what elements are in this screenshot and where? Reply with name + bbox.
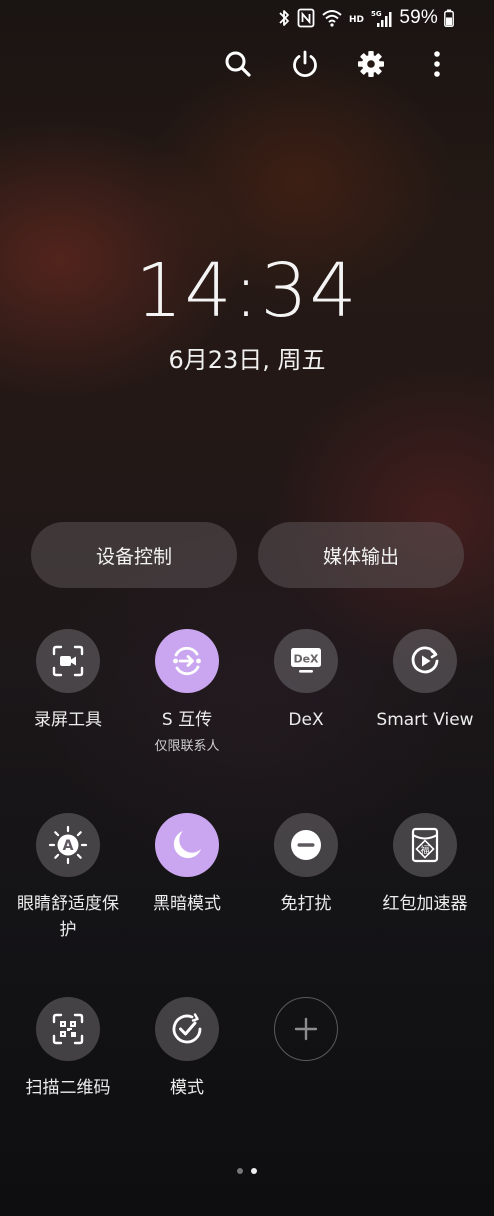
tile-smart-view[interactable]: Smart View [366, 629, 484, 733]
tile-dark-mode-circle[interactable] [155, 813, 219, 877]
tile-label: 黑暗模式 [153, 894, 221, 914]
tile-dex-circle[interactable]: DeX [274, 629, 338, 693]
eye-comfort-icon: A [48, 825, 88, 865]
battery-icon [444, 9, 454, 27]
page-dot-1[interactable] [237, 1168, 243, 1174]
screen-record-icon [52, 645, 84, 677]
tile-label: 免打扰 [280, 894, 332, 914]
power-button[interactable] [285, 44, 325, 84]
tile-label: 扫描二维码 [25, 1078, 111, 1098]
add-tile-button[interactable] [274, 997, 338, 1061]
tile-label: 红包加速器 [382, 894, 468, 914]
settings-button[interactable] [351, 44, 391, 84]
do-not-disturb-icon [291, 830, 321, 860]
nfc-icon [297, 8, 315, 28]
tile-add[interactable] [247, 997, 365, 1061]
status-bar: HD 5G 59% [277, 6, 454, 30]
tile-s-share-circle[interactable] [155, 629, 219, 693]
tile-modes-circle[interactable] [155, 997, 219, 1061]
tile-label: DeX [288, 710, 324, 730]
tile-label: 模式 [170, 1078, 204, 1098]
tile-label: 录屏工具 [34, 710, 102, 730]
tile-eye-comfort[interactable]: A 眼睛舒适度保护 [9, 813, 127, 943]
media-output-button[interactable]: 媒体输出 [258, 522, 464, 588]
tile-screen-recorder-circle[interactable] [36, 629, 100, 693]
red-envelope-icon: 福 [411, 827, 439, 863]
battery-percent: 59% [399, 7, 438, 28]
add-icon [294, 1017, 318, 1041]
settings-icon [358, 51, 384, 77]
clock-date: 6月23日, 周五 [168, 346, 326, 374]
tile-do-not-disturb-circle[interactable] [274, 813, 338, 877]
qr-scan-icon [52, 1013, 84, 1045]
dex-icon-text: DeX [293, 653, 319, 666]
tile-qr-scan[interactable]: 扫描二维码 [9, 997, 127, 1101]
page-dot-2[interactable] [251, 1168, 257, 1174]
tile-modes[interactable]: 模式 [128, 997, 246, 1101]
s-share-icon [173, 646, 201, 676]
top-actions [0, 44, 494, 84]
tile-red-envelope-circle[interactable]: 福 [393, 813, 457, 877]
red-envelope-icon-text: 福 [420, 844, 429, 856]
tile-label: 眼睛舒适度保护 [17, 894, 119, 940]
tile-red-envelope[interactable]: 福 红包加速器 [366, 813, 484, 917]
tile-smart-view-circle[interactable] [393, 629, 457, 693]
tile-dark-mode[interactable]: 黑暗模式 [128, 813, 246, 917]
search-button[interactable] [218, 44, 258, 84]
more-options-button[interactable] [417, 44, 457, 84]
tile-sublabel: 仅限联系人 [154, 739, 220, 754]
more-icon [434, 51, 440, 77]
network-type-text: 5G [371, 10, 382, 18]
tile-do-not-disturb[interactable]: 免打扰 [247, 813, 365, 917]
tile-s-share[interactable]: S 互传 仅限联系人 [128, 629, 246, 754]
hd-badge: HD [349, 8, 365, 28]
page-indicator[interactable] [0, 1168, 494, 1174]
power-icon [293, 50, 317, 78]
dark-mode-icon [173, 831, 201, 859]
tile-dex[interactable]: DeX DeX [247, 629, 365, 733]
wifi-icon [321, 8, 343, 28]
bluetooth-icon [277, 8, 291, 28]
signal-icon: 5G [371, 8, 393, 28]
tile-label: S 互传 [161, 710, 213, 730]
tile-label: Smart View [376, 710, 474, 730]
device-control-button[interactable]: 设备控制 [31, 522, 237, 588]
clock-time: 14:34 [135, 248, 359, 334]
smart-view-icon [411, 646, 439, 674]
modes-icon [172, 1013, 202, 1044]
hd-badge-text: HD [349, 15, 364, 25]
tile-eye-comfort-circle[interactable]: A [36, 813, 100, 877]
eye-comfort-icon-text: A [63, 838, 74, 854]
tile-screen-recorder[interactable]: 录屏工具 [9, 629, 127, 733]
dex-icon: DeX [291, 648, 321, 673]
search-icon [225, 51, 251, 77]
tile-qr-scan-circle[interactable] [36, 997, 100, 1061]
